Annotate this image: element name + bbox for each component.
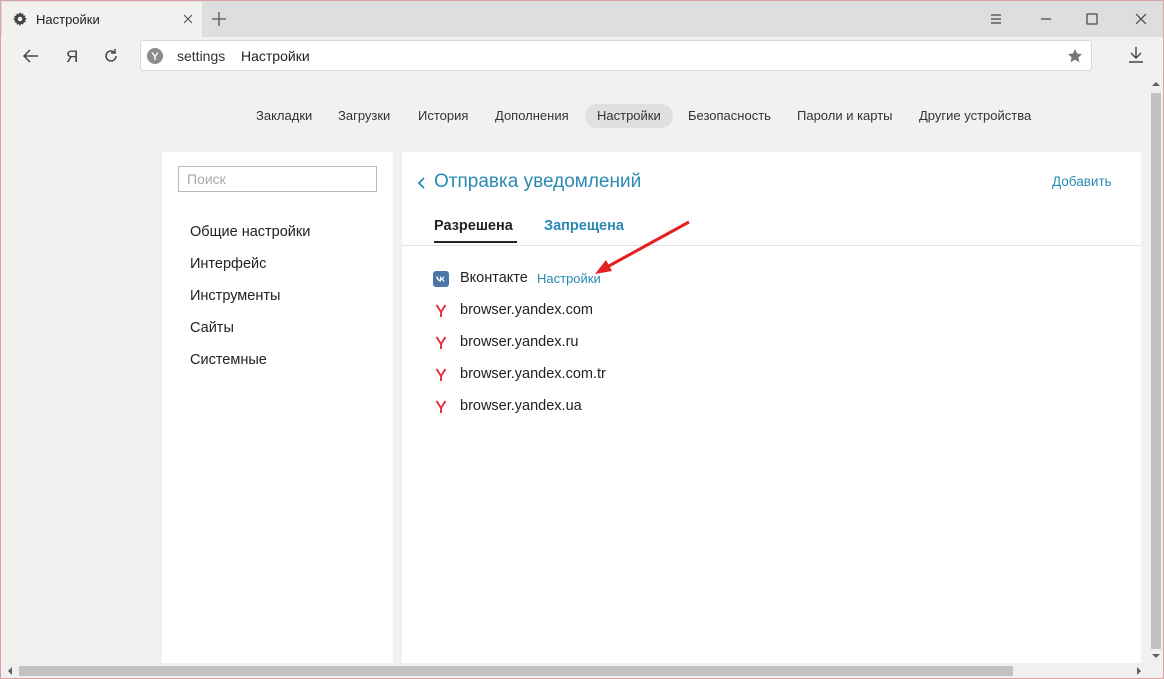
url-host: settings — [177, 48, 226, 64]
vk-icon — [433, 271, 449, 287]
menu-icon[interactable] — [984, 7, 1008, 31]
tab-allowed[interactable]: Разрешена — [434, 218, 513, 234]
url-page-title: Настройки — [241, 48, 310, 64]
tab-settings[interactable]: Настройки — [2, 2, 202, 37]
sidebar-item-interface[interactable]: Интерфейс — [190, 256, 310, 288]
yandex-icon — [435, 304, 447, 317]
site-info-icon[interactable] — [147, 48, 163, 64]
nav-item-addons[interactable]: Дополнения — [483, 104, 581, 128]
settings-sections: Общие настройки Интерфейс Инструменты Са… — [190, 224, 310, 384]
nav-item-bookmarks[interactable]: Закладки — [244, 104, 324, 128]
site-name: browser.yandex.ru — [460, 334, 579, 350]
tab-strip: Настройки — [1, 1, 1163, 37]
tab-blocked[interactable]: Запрещена — [544, 218, 624, 234]
bookmark-star-icon[interactable] — [1067, 48, 1083, 64]
address-bar[interactable]: settings Настройки — [140, 40, 1092, 71]
page-title: Отправка уведомлений — [434, 171, 642, 192]
scroll-up-icon[interactable] — [1152, 80, 1160, 88]
close-window-icon[interactable] — [1129, 7, 1153, 31]
nav-item-other-devices[interactable]: Другие устройства — [907, 104, 1043, 128]
tabs-divider — [402, 245, 1141, 246]
chevron-left-icon[interactable] — [416, 176, 428, 190]
yandex-icon — [435, 400, 447, 413]
new-tab-icon[interactable] — [209, 9, 229, 29]
sidebar-item-system[interactable]: Системные — [190, 352, 310, 384]
scroll-left-icon[interactable] — [6, 667, 14, 675]
scrollbar-corner — [1148, 663, 1163, 678]
maximize-icon[interactable] — [1080, 7, 1104, 31]
nav-item-history[interactable]: История — [406, 104, 480, 128]
search-input[interactable] — [178, 166, 377, 192]
site-name: Вконтакте — [460, 270, 528, 286]
nav-item-security[interactable]: Безопасность — [676, 104, 783, 128]
nav-item-passwords-cards[interactable]: Пароли и карты — [785, 104, 905, 128]
site-name: browser.yandex.com — [460, 302, 593, 318]
yandex-icon — [435, 336, 447, 349]
sidebar-item-tools[interactable]: Инструменты — [190, 288, 310, 320]
site-settings-link[interactable]: Настройки — [537, 271, 601, 286]
gear-icon — [13, 12, 27, 26]
active-tab-underline — [434, 241, 517, 243]
sidebar-item-sites[interactable]: Сайты — [190, 320, 310, 352]
nav-item-settings[interactable]: Настройки — [585, 104, 673, 128]
address-row: Я settings Настройки — [1, 37, 1163, 75]
svg-text:Я: Я — [66, 47, 78, 66]
close-tab-icon[interactable] — [180, 11, 196, 27]
add-button[interactable]: Добавить — [1052, 174, 1112, 189]
yandex-home-icon[interactable]: Я — [59, 44, 83, 68]
vertical-scrollbar[interactable] — [1148, 75, 1163, 663]
browser-window: Настройки Я settings Настройки Закладки … — [0, 0, 1164, 679]
vertical-scroll-thumb[interactable] — [1151, 93, 1161, 649]
tab-title: Настройки — [36, 12, 100, 27]
yandex-icon — [435, 368, 447, 381]
site-name: browser.yandex.ua — [460, 398, 582, 414]
site-name: browser.yandex.com.tr — [460, 366, 606, 382]
horizontal-scroll-thumb[interactable] — [19, 666, 1013, 676]
horizontal-scrollbar[interactable] — [1, 663, 1148, 678]
reload-icon[interactable] — [99, 44, 123, 68]
back-arrow-icon[interactable] — [19, 44, 43, 68]
scroll-down-icon[interactable] — [1152, 652, 1160, 660]
scroll-right-icon[interactable] — [1135, 667, 1143, 675]
download-icon[interactable] — [1125, 44, 1147, 66]
settings-sidebar: Общие настройки Интерфейс Инструменты Са… — [162, 152, 393, 664]
notifications-panel: Отправка уведомлений Добавить Разрешена … — [402, 152, 1141, 664]
sidebar-item-general[interactable]: Общие настройки — [190, 224, 310, 256]
nav-item-downloads[interactable]: Загрузки — [326, 104, 402, 128]
settings-top-nav: Закладки Загрузки История Дополнения Нас… — [1, 104, 1163, 130]
minimize-icon[interactable] — [1034, 7, 1058, 31]
